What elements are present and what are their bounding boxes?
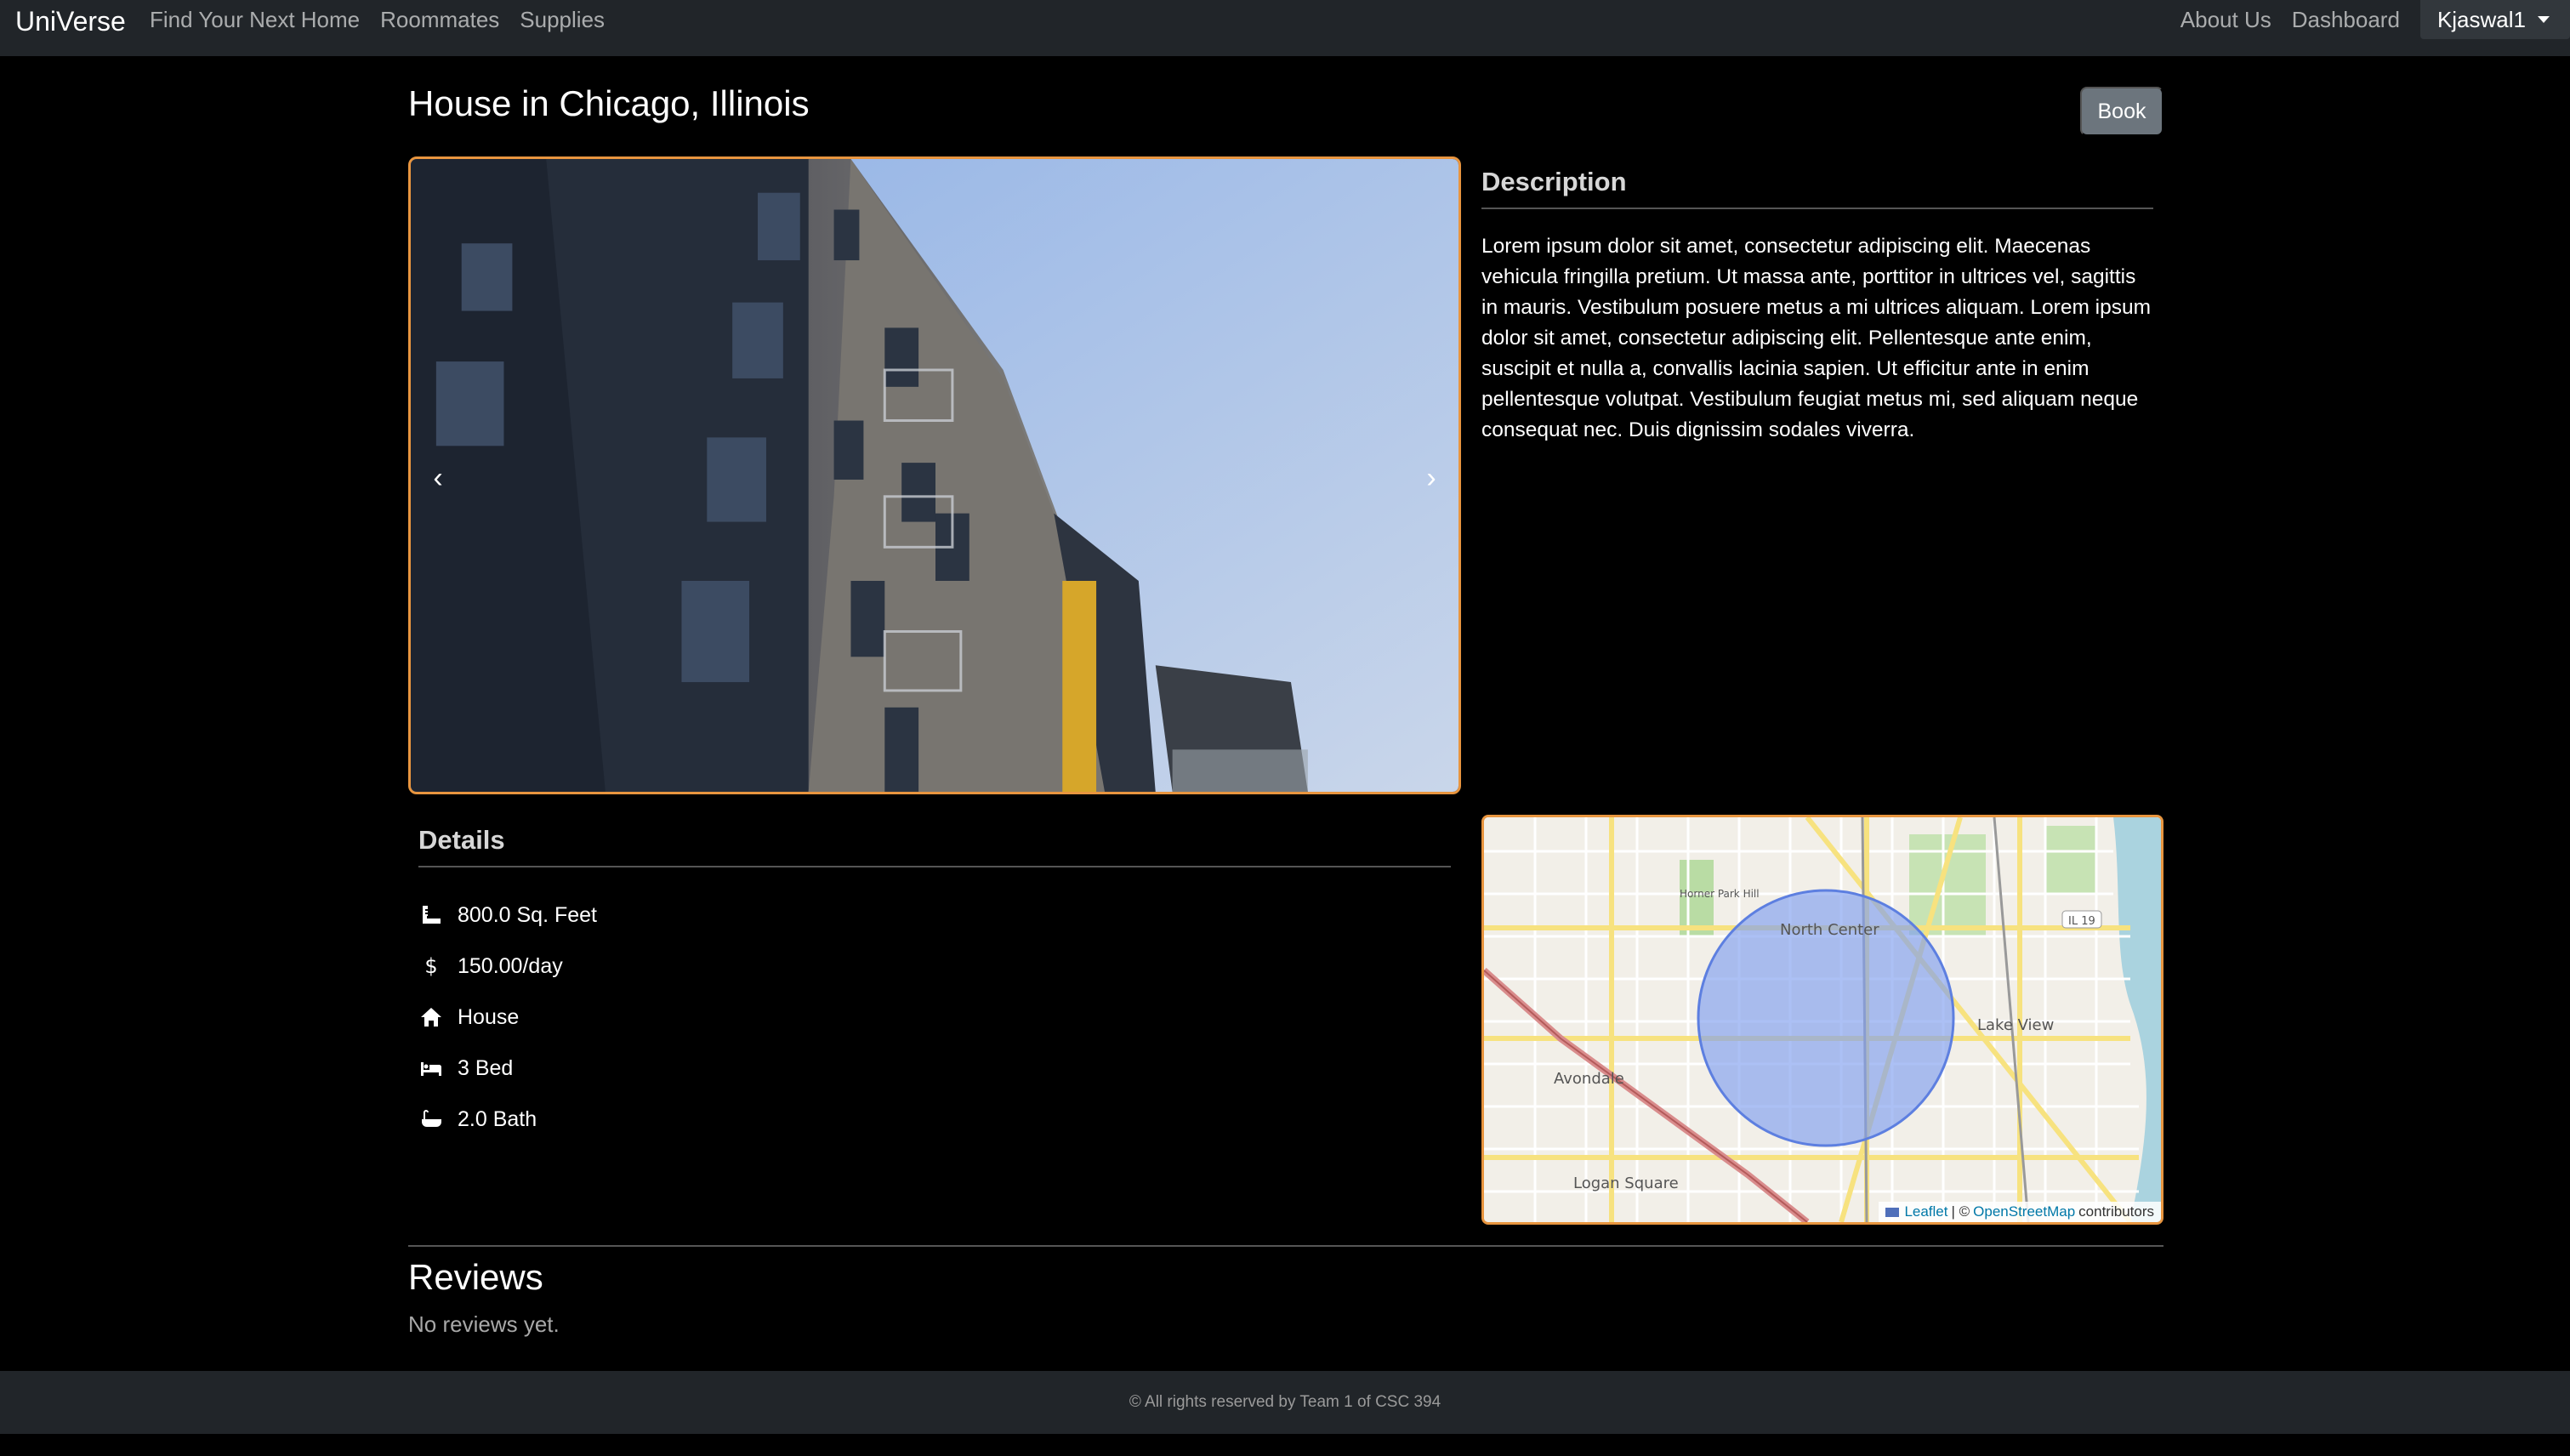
detail-area: 800.0 Sq. Feet bbox=[418, 890, 1451, 941]
map-label-north-center: North Center bbox=[1780, 921, 1879, 939]
book-button[interactable]: Book bbox=[2080, 87, 2163, 136]
detail-type-text: House bbox=[458, 1004, 520, 1029]
user-dropdown[interactable]: Kjaswal1 bbox=[2419, 0, 2570, 39]
map-label-horner-park: Horner Park Hill bbox=[1680, 888, 1760, 900]
nav-about-us[interactable]: About Us bbox=[2181, 7, 2271, 33]
map-label-lake-view: Lake View bbox=[1977, 1016, 2054, 1034]
detail-area-text: 800.0 Sq. Feet bbox=[458, 902, 598, 927]
map-label-route: IL 19 bbox=[2068, 915, 2095, 928]
house-icon bbox=[418, 1004, 444, 1030]
nav-supplies[interactable]: Supplies bbox=[520, 7, 605, 33]
bed-icon bbox=[418, 1055, 444, 1081]
attribution-contributors: contributors bbox=[2078, 1203, 2154, 1220]
detail-baths-text: 2.0 Bath bbox=[458, 1106, 537, 1131]
map-label-logan-square: Logan Square bbox=[1573, 1174, 1679, 1192]
photo-carousel: ‹ › bbox=[408, 156, 1461, 794]
nav-left: Find Your Next Home Roommates Supplies bbox=[150, 0, 605, 39]
nav-find-home[interactable]: Find Your Next Home bbox=[150, 7, 360, 33]
svg-text:$: $ bbox=[424, 954, 437, 978]
description-section: Description Lorem ipsum dolor sit amet, … bbox=[1481, 167, 2153, 446]
map-attribution: Leaflet | © OpenStreetMap contributors bbox=[1879, 1202, 2161, 1222]
reviews-empty-text: No reviews yet. bbox=[408, 1311, 560, 1337]
user-name: Kjaswal1 bbox=[2436, 6, 2526, 32]
detail-price: $ 150.00/day bbox=[418, 941, 1451, 992]
carousel-next-button[interactable]: › bbox=[1414, 461, 1448, 495]
reviews-heading: Reviews bbox=[408, 1257, 543, 1297]
detail-baths: 2.0 Bath bbox=[418, 1094, 1451, 1145]
top-navbar: UniVerse Find Your Next Home Roommates S… bbox=[0, 0, 2570, 56]
osm-link[interactable]: OpenStreetMap bbox=[1973, 1203, 2075, 1220]
map-label-avondale: Avondale bbox=[1554, 1070, 1624, 1088]
nav-dashboard[interactable]: Dashboard bbox=[2292, 7, 2400, 33]
brand-logo[interactable]: UniVerse bbox=[15, 0, 126, 43]
reviews-divider bbox=[408, 1245, 2163, 1247]
listing-photo bbox=[411, 159, 1458, 792]
details-list: 800.0 Sq. Feet $ 150.00/day House 3 Bed … bbox=[418, 890, 1451, 1145]
page-title: House in Chicago, Illinois bbox=[408, 83, 810, 123]
details-heading: Details bbox=[418, 825, 1451, 867]
location-map[interactable]: North Center Lake View Avondale Logan Sq… bbox=[1481, 815, 2163, 1225]
footer-text: © All rights reserved by Team 1 of CSC 3… bbox=[1129, 1393, 1441, 1411]
description-text: Lorem ipsum dolor sit amet, consectetur … bbox=[1481, 235, 2152, 441]
detail-beds: 3 Bed bbox=[418, 1043, 1451, 1094]
leaflet-link[interactable]: Leaflet bbox=[1904, 1203, 1947, 1220]
description-heading: Description bbox=[1481, 167, 2153, 209]
attribution-separator: | © bbox=[1951, 1203, 1970, 1220]
details-section: Details 800.0 Sq. Feet $ 150.00/day Hous… bbox=[418, 825, 1451, 1145]
caret-down-icon bbox=[2538, 16, 2550, 23]
flag-icon bbox=[1885, 1207, 1900, 1217]
dollar-icon: $ bbox=[418, 953, 444, 979]
detail-beds-text: 3 Bed bbox=[458, 1055, 514, 1080]
bath-icon bbox=[418, 1106, 444, 1132]
page-footer: © All rights reserved by Team 1 of CSC 3… bbox=[0, 1371, 2570, 1434]
detail-type: House bbox=[418, 992, 1451, 1043]
carousel-prev-button[interactable]: ‹ bbox=[421, 461, 455, 495]
ruler-icon bbox=[418, 902, 444, 928]
nav-roommates[interactable]: Roommates bbox=[380, 7, 499, 33]
detail-price-text: 150.00/day bbox=[458, 953, 563, 978]
map-tiles: North Center Lake View Avondale Logan Sq… bbox=[1484, 817, 2161, 1222]
nav-right: About Us Dashboard Kjaswal1 bbox=[2181, 0, 2570, 39]
